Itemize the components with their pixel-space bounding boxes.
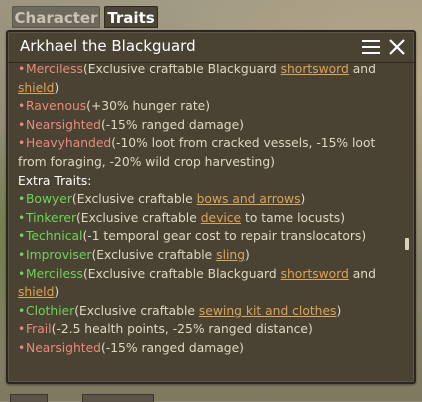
recipe-link[interactable]: shield bbox=[18, 285, 54, 299]
trait-line: •Nearsighted(-15% ranged damage) bbox=[18, 340, 244, 355]
recipe-link[interactable]: bows and arrows bbox=[197, 192, 301, 206]
recipe-link[interactable]: sling bbox=[216, 248, 245, 262]
trait-line: •Frail(-2.5 health points, -25% ranged d… bbox=[18, 322, 313, 337]
character-dialog: Arkhael the Blackguard •Merciless(Exclus… bbox=[6, 30, 416, 384]
trait-name: Heavyhanded bbox=[26, 136, 112, 151]
trait-line-continued: shield) bbox=[18, 80, 60, 95]
trait-line-continued: from foraging, -20% wild crop harvesting… bbox=[18, 154, 275, 169]
trait-name: Nearsighted bbox=[26, 340, 101, 355]
close-icon[interactable] bbox=[388, 38, 406, 56]
trait-name: Frail bbox=[26, 322, 52, 337]
trait-line: •Clothier(Exclusive craftable sewing kit… bbox=[18, 303, 342, 318]
recipe-link[interactable]: device bbox=[201, 211, 241, 225]
scrollbar-thumb[interactable] bbox=[405, 238, 409, 250]
bottom-hotbar-edge bbox=[10, 394, 190, 402]
dialog-title: Arkhael the Blackguard bbox=[20, 37, 196, 55]
dialog-titlebar[interactable]: Arkhael the Blackguard bbox=[8, 32, 414, 63]
traits-scroll-area[interactable]: •Merciless(Exclusive craftable Blackguar… bbox=[18, 64, 400, 378]
scrollbar[interactable] bbox=[404, 66, 410, 376]
recipe-link[interactable]: sewing kit and clothes bbox=[199, 304, 337, 318]
trait-line: •Ravenous(+30% hunger rate) bbox=[18, 99, 211, 114]
trait-line-continued: shield) bbox=[18, 285, 60, 300]
recipe-link[interactable]: shortsword bbox=[281, 267, 349, 281]
trait-name: Merciless bbox=[26, 64, 83, 76]
traits-list: •Merciless(Exclusive craftable Blackguar… bbox=[18, 64, 400, 358]
trait-name: Nearsighted bbox=[26, 117, 101, 132]
tab-character[interactable]: Character bbox=[12, 6, 100, 28]
trait-name: Technical bbox=[26, 229, 83, 244]
extra-traits-header: Extra Traits: bbox=[18, 173, 92, 188]
recipe-link[interactable]: shield bbox=[18, 81, 54, 95]
trait-name: Merciless bbox=[26, 266, 83, 281]
trait-line: •Improviser(Exclusive craftable sling) bbox=[18, 247, 250, 262]
hamburger-menu-icon[interactable] bbox=[362, 39, 380, 55]
trait-line: •Merciless(Exclusive craftable Blackguar… bbox=[18, 64, 376, 76]
recipe-link[interactable]: shortsword bbox=[281, 64, 349, 76]
trait-name: Ravenous bbox=[26, 99, 87, 114]
trait-line: •Nearsighted(-15% ranged damage) bbox=[18, 117, 244, 132]
trait-name: Bowyer bbox=[26, 192, 72, 207]
trait-name: Clothier bbox=[26, 303, 75, 318]
trait-name: Improviser bbox=[26, 247, 92, 262]
trait-line: •Merciless(Exclusive craftable Blackguar… bbox=[18, 266, 376, 281]
trait-line: •Bowyer(Exclusive craftable bows and arr… bbox=[18, 192, 306, 207]
trait-name: Tinkerer bbox=[26, 210, 76, 225]
trait-line: •Technical(-1 temporal gear cost to repa… bbox=[18, 229, 367, 244]
trait-line: •Tinkerer(Exclusive craftable device to … bbox=[18, 210, 346, 225]
trait-line: •Heavyhanded(-10% loot from cracked vess… bbox=[18, 136, 376, 151]
tab-traits[interactable]: Traits bbox=[104, 6, 158, 28]
